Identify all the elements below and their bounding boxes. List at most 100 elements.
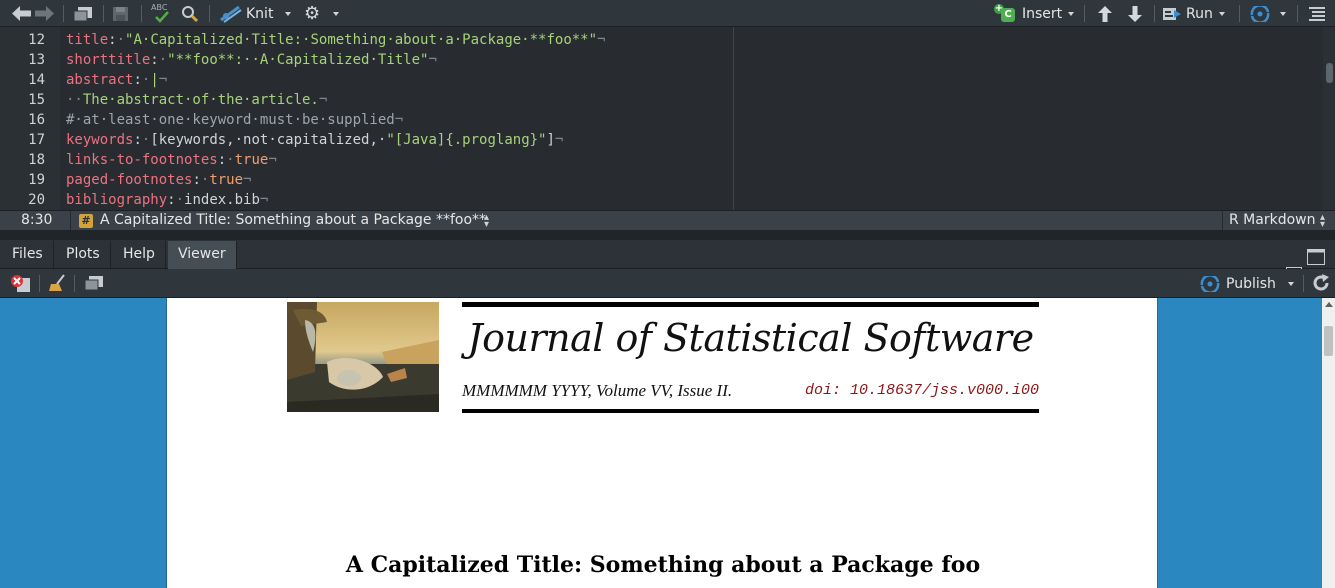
line-number: 15 bbox=[28, 92, 45, 108]
run-button[interactable]: Run bbox=[1163, 0, 1225, 27]
svg-text:ABC: ABC bbox=[151, 3, 168, 12]
header-rule-bottom bbox=[462, 409, 1039, 413]
code-token: ¬ bbox=[158, 72, 168, 88]
code-line[interactable]: 16 #·at·least·one·keyword·must·be·supplie… bbox=[0, 110, 733, 130]
remove-viewer-item-icon[interactable] bbox=[10, 275, 32, 297]
toolbar-separator bbox=[103, 5, 104, 22]
code-text: paged-footnotes:·true¬ bbox=[66, 170, 251, 190]
file-type-updown-icon[interactable]: ▴ ▾ bbox=[1320, 213, 1325, 230]
section-hash-icon: # bbox=[79, 214, 93, 228]
code-token: links-to-footnotes bbox=[66, 152, 218, 168]
broom-clear-icon[interactable] bbox=[48, 274, 68, 296]
code-token: "[Java]{.proglang}" bbox=[386, 132, 547, 148]
publish-icon bbox=[1200, 273, 1220, 294]
previous-chunk-icon[interactable] bbox=[1097, 6, 1113, 26]
code-token: shorttitle bbox=[66, 52, 151, 68]
pane-splitter[interactable] bbox=[0, 230, 1335, 240]
section-updown-icon[interactable]: ▴ ▾ bbox=[484, 213, 489, 230]
toolbar-separator bbox=[1297, 5, 1298, 22]
code-token: : bbox=[133, 72, 142, 88]
publish-dropdown-caret[interactable] bbox=[1287, 281, 1294, 286]
settings-dropdown-caret[interactable] bbox=[333, 11, 340, 16]
code-line[interactable]: 12 title:·"A·Capitalized·Title:·Something… bbox=[0, 30, 733, 50]
toolbar-separator bbox=[1303, 275, 1304, 292]
journal-title: Journal of Statistical Software bbox=[467, 316, 1034, 360]
section-navigator[interactable]: A Capitalized Title: Something about a P… bbox=[100, 212, 486, 228]
status-separator bbox=[70, 211, 71, 230]
insert-chunk-button[interactable]: + C Insert bbox=[994, 0, 1075, 27]
editor-toolbar: ABC Knit ⚙ + C Insert Run bbox=[0, 0, 1335, 27]
knit-dropdown-caret[interactable] bbox=[285, 11, 292, 16]
code-token: "**foo**:··A·Capitalized·Title" bbox=[167, 52, 429, 68]
knit-icon bbox=[219, 4, 243, 24]
line-number: 12 bbox=[28, 32, 45, 48]
show-in-window-icon[interactable] bbox=[73, 6, 93, 26]
code-text: ··The·abstract·of·the·article.¬ bbox=[66, 90, 327, 110]
code-line[interactable]: 18 links-to-footnotes:·true¬ bbox=[0, 150, 733, 170]
line-number: 19 bbox=[28, 172, 45, 188]
toolbar-separator bbox=[63, 5, 64, 22]
scroll-up-arrow-icon[interactable] bbox=[1325, 302, 1333, 307]
code-token: : bbox=[167, 192, 176, 208]
viewer-scrollbar-thumb[interactable] bbox=[1324, 326, 1333, 356]
line-number: 14 bbox=[28, 72, 45, 88]
code-token: [keywords,·not·capitalized,· bbox=[150, 132, 387, 148]
file-type-selector[interactable]: R Markdown bbox=[1229, 212, 1315, 228]
line-number: 20 bbox=[28, 192, 45, 208]
code-text: shorttitle:·"**foo**:··A·Capitalized·Tit… bbox=[66, 50, 437, 70]
code-token: "A·Capitalized·Title:·Something·about·a·… bbox=[125, 32, 598, 48]
save-icon[interactable] bbox=[112, 6, 129, 26]
code-line[interactable]: 17 keywords:·[keywords,·not·capitalized,·… bbox=[0, 130, 733, 150]
tab-viewer[interactable]: Viewer bbox=[168, 241, 237, 269]
settings-button[interactable]: ⚙ bbox=[304, 0, 340, 27]
tab-plots[interactable]: Plots bbox=[56, 241, 111, 269]
maximize-pane-icon[interactable] bbox=[1307, 249, 1325, 269]
code-line[interactable]: 15 ··The·abstract·of·the·article.¬ bbox=[0, 90, 733, 110]
publish-menu-caret[interactable] bbox=[1280, 11, 1286, 16]
code-line[interactable]: 20 bibliography:·index.bib¬ bbox=[0, 190, 733, 210]
publish-icon bbox=[1250, 3, 1270, 24]
code-editor[interactable]: 12 title:·"A·Capitalized·Title:·Something… bbox=[0, 27, 1335, 210]
code-line[interactable]: 14 abstract:·|¬ bbox=[0, 70, 733, 90]
tab-help[interactable]: Help bbox=[113, 241, 166, 269]
spellcheck-icon[interactable]: ABC bbox=[150, 2, 174, 28]
insert-dropdown-caret[interactable] bbox=[1068, 11, 1075, 16]
knit-button[interactable]: Knit bbox=[219, 0, 292, 27]
viewer-scrollbar[interactable] bbox=[1322, 298, 1335, 588]
status-separator bbox=[1222, 211, 1223, 230]
next-chunk-icon[interactable] bbox=[1127, 6, 1143, 26]
publish-menu-button[interactable] bbox=[1250, 0, 1286, 27]
cursor-position: 8:30 bbox=[21, 212, 53, 228]
code-line[interactable]: 13 shorttitle:·"**foo**:··A·Capitalized·T… bbox=[0, 50, 733, 70]
editor-status-bar: 8:30 # A Capitalized Title: Something ab… bbox=[0, 210, 1335, 230]
find-replace-icon[interactable] bbox=[181, 5, 199, 27]
tab-files[interactable]: Files bbox=[2, 241, 54, 269]
publish-button[interactable]: Publish bbox=[1200, 270, 1294, 297]
pane-tabbar: Files Plots Help Viewer bbox=[0, 240, 1335, 273]
forward-arrow-icon[interactable] bbox=[34, 6, 54, 25]
code-token: true bbox=[234, 152, 269, 168]
code-text: abstract:·|¬ bbox=[66, 70, 167, 90]
document-outline-icon[interactable] bbox=[1309, 6, 1325, 25]
code-token: · bbox=[175, 192, 185, 208]
code-text: keywords:·[keywords,·not·capitalized,·"[… bbox=[66, 130, 563, 150]
code-token: ¬ bbox=[318, 92, 328, 108]
show-in-window-icon[interactable] bbox=[84, 275, 104, 295]
back-arrow-icon[interactable] bbox=[12, 6, 32, 25]
code-line[interactable]: 19 paged-footnotes:·true¬ bbox=[0, 170, 733, 190]
refresh-icon[interactable] bbox=[1312, 274, 1330, 296]
editor-scrollbar-thumb[interactable] bbox=[1326, 63, 1333, 83]
code-token: abstract bbox=[66, 72, 134, 88]
insert-chunk-icon: + C bbox=[994, 3, 1016, 24]
code-token: paged-footnotes bbox=[66, 172, 193, 188]
journal-doi-link[interactable]: doi: 10.18637/jss.v000.i00 bbox=[805, 382, 1039, 399]
code-token: ¬ bbox=[259, 192, 269, 208]
viewer-pane: Journal of Statistical Software MMMMMM Y… bbox=[0, 298, 1335, 588]
editor-scrollbar[interactable] bbox=[1323, 27, 1335, 210]
toolbar-separator bbox=[141, 5, 142, 22]
run-dropdown-caret[interactable] bbox=[1218, 11, 1225, 16]
toolbar-separator bbox=[74, 275, 75, 292]
code-text: links-to-footnotes:·true¬ bbox=[66, 150, 277, 170]
code-token: ¬ bbox=[428, 52, 437, 68]
code-token: ·· bbox=[66, 92, 83, 108]
